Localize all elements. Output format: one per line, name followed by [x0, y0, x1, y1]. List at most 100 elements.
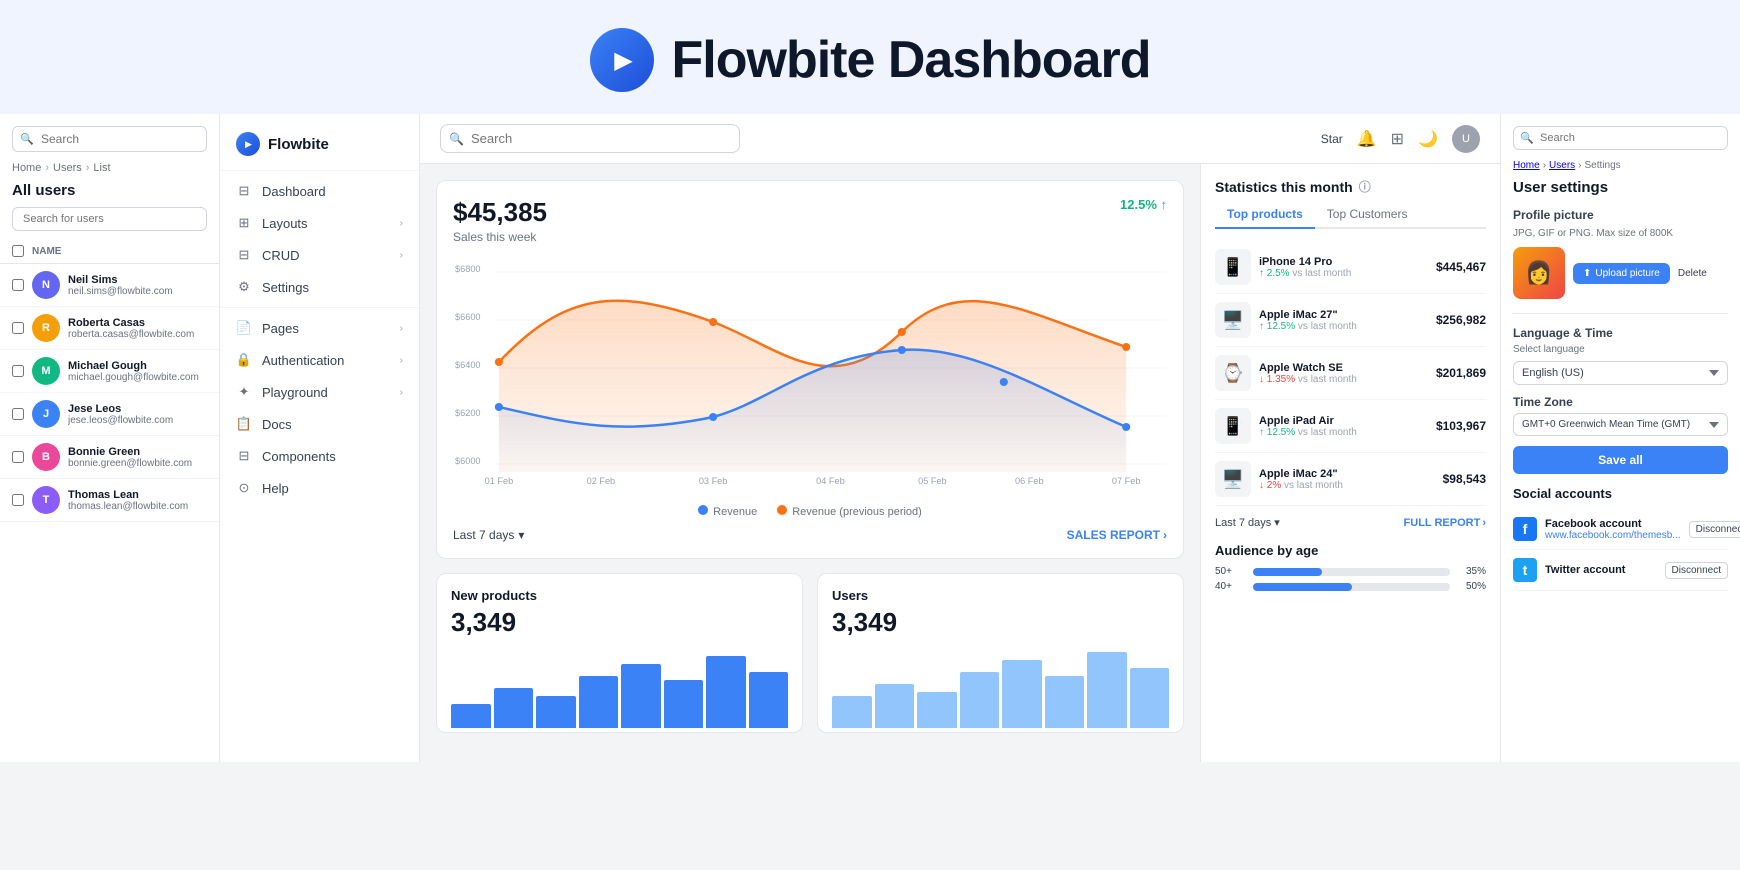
user-name: Roberta Casas: [68, 317, 207, 329]
nav-divider: [220, 307, 419, 308]
sidebar-item-docs[interactable]: 📋 Docs: [220, 408, 419, 440]
product-thumbnail: 📱: [1215, 408, 1251, 444]
product-price: $201,869: [1436, 366, 1486, 380]
user-list-item[interactable]: B Bonnie Green bonnie.green@flowbite.com: [0, 436, 219, 479]
sidebar-item-dashboard[interactable]: ⊟ Dashboard: [220, 175, 419, 207]
sidebar-item-playground[interactable]: ✦ Playground ›: [220, 376, 419, 408]
sidebar-item-authentication[interactable]: 🔒 Authentication ›: [220, 344, 419, 376]
left-search-input[interactable]: [12, 126, 207, 152]
grid-icon[interactable]: ⊞: [1391, 129, 1404, 149]
full-report-link[interactable]: FULL REPORT ›: [1404, 517, 1486, 529]
user-name: Bonnie Green: [68, 446, 207, 458]
new-products-value: 3,349: [451, 607, 788, 638]
user-list-header: NAME: [0, 241, 219, 264]
user-email: thomas.lean@flowbite.com: [68, 501, 207, 512]
sidebar-item-crud[interactable]: ⊟ CRUD ›: [220, 239, 419, 271]
social-info: Facebook account www.facebook.com/themes…: [1545, 518, 1681, 541]
user-avatar-img: N: [32, 271, 60, 299]
topbar-search-input[interactable]: [440, 124, 740, 153]
tab-top-customers[interactable]: Top Customers: [1315, 201, 1420, 229]
docs-nav-label: Docs: [262, 417, 403, 432]
topbar-star-label[interactable]: Star: [1321, 132, 1343, 146]
product-change: ↑ 12.5% vs last month: [1259, 427, 1428, 438]
fr-breadcrumb-settings: Settings: [1585, 160, 1621, 171]
user-list-item[interactable]: R Roberta Casas roberta.casas@flowbite.c…: [0, 307, 219, 350]
sidebar-item-layouts[interactable]: ⊞ Layouts ›: [220, 207, 419, 239]
user-search-input[interactable]: [12, 207, 207, 231]
user-search-container: [12, 207, 207, 231]
breadcrumb-home[interactable]: Home: [12, 162, 41, 174]
sidebar-item-help[interactable]: ⊙ Help: [220, 472, 419, 504]
svg-text:$6000: $6000: [455, 456, 480, 466]
user-checkbox[interactable]: [12, 322, 24, 334]
select-all-checkbox[interactable]: [12, 245, 24, 257]
svg-text:05 Feb: 05 Feb: [918, 476, 947, 486]
user-name: Neil Sims: [68, 274, 207, 286]
user-avatar-img: R: [32, 314, 60, 342]
age-pct-label: 35%: [1458, 566, 1486, 577]
upload-picture-button[interactable]: ⬆ Upload picture: [1573, 263, 1670, 284]
disconnect-button[interactable]: Disconnect: [1689, 521, 1740, 538]
product-price: $445,467: [1436, 260, 1486, 274]
age-label: 40+: [1215, 581, 1245, 592]
components-nav-label: Components: [262, 449, 403, 464]
language-section: Language & Time Select language English …: [1513, 326, 1728, 385]
sales-report-link[interactable]: SALES REPORT ›: [1067, 528, 1167, 542]
svg-text:$6400: $6400: [455, 360, 480, 370]
delete-picture-button[interactable]: Delete: [1678, 268, 1707, 279]
upload-icon: ⬆: [1583, 268, 1591, 279]
sidebar-item-settings[interactable]: ⚙ Settings: [220, 271, 419, 303]
theme-toggle-icon[interactable]: 🌙: [1418, 129, 1438, 149]
chart-info: $45,385 Sales this week: [453, 197, 547, 244]
crud-nav-icon: ⊟: [236, 247, 252, 263]
product-thumbnail: ⌚: [1215, 355, 1251, 391]
user-checkbox[interactable]: [12, 365, 24, 377]
users-card-title: Users: [832, 588, 1169, 603]
all-users-title: All users: [0, 180, 219, 207]
user-checkbox[interactable]: [12, 451, 24, 463]
social-platform-name: Twitter account: [1545, 564, 1657, 576]
notification-icon[interactable]: 🔔: [1357, 129, 1377, 149]
user-list-item[interactable]: T Thomas Lean thomas.lean@flowbite.com: [0, 479, 219, 522]
chart-footer: Last 7 days ▾ SALES REPORT ›: [453, 528, 1167, 542]
legend-revenue: Revenue: [698, 505, 757, 518]
left-search-container: 🔍: [12, 126, 207, 152]
user-checkbox[interactable]: [12, 279, 24, 291]
sidebar-item-components[interactable]: ⊟ Components: [220, 440, 419, 472]
save-all-button[interactable]: Save all: [1513, 446, 1728, 474]
sidebar-brand: Flowbite: [220, 124, 419, 171]
fr-breadcrumb-home[interactable]: Home: [1513, 160, 1540, 171]
user-list-item[interactable]: M Michael Gough michael.gough@flowbite.c…: [0, 350, 219, 393]
breadcrumb-users[interactable]: Users: [53, 162, 82, 174]
user-list-item[interactable]: N Neil Sims neil.sims@flowbite.com: [0, 264, 219, 307]
product-info: Apple iMac 24" ↓ 2% vs last month: [1259, 468, 1435, 491]
product-name: Apple Watch SE: [1259, 362, 1428, 374]
disconnect-button[interactable]: Disconnect: [1665, 562, 1728, 579]
fr-search-input[interactable]: [1513, 126, 1728, 150]
age-bar-row: 50+ 35%: [1215, 566, 1486, 577]
breadcrumb-list: List: [93, 162, 110, 174]
stats-tabs: Top products Top Customers: [1215, 201, 1486, 229]
fr-breadcrumb-users[interactable]: Users: [1549, 160, 1575, 171]
user-email: roberta.casas@flowbite.com: [68, 329, 207, 340]
left-search-icon: 🔍: [20, 133, 34, 146]
timezone-label: Time Zone: [1513, 395, 1728, 409]
user-checkbox[interactable]: [12, 494, 24, 506]
tab-top-products[interactable]: Top products: [1215, 201, 1315, 229]
user-list-item[interactable]: J Jese Leos jese.leos@flowbite.com: [0, 393, 219, 436]
svg-text:07 Feb: 07 Feb: [1112, 476, 1141, 486]
age-label: 50+: [1215, 566, 1245, 577]
user-settings-panel: 🔍 Home › Users › Settings User settings …: [1500, 114, 1740, 762]
topbar-right: Star 🔔 ⊞ 🌙 U: [1321, 125, 1480, 153]
timezone-select[interactable]: GMT+0 Greenwich Mean Time (GMT): [1513, 413, 1728, 436]
language-select[interactable]: English (US): [1513, 361, 1728, 385]
stats-footer: Last 7 days ▾ FULL REPORT ›: [1215, 516, 1486, 529]
user-avatar-img: J: [32, 400, 60, 428]
user-avatar[interactable]: U: [1452, 125, 1480, 153]
sidebar-item-pages[interactable]: 📄 Pages ›: [220, 312, 419, 344]
chart-period-selector[interactable]: Last 7 days ▾: [453, 528, 524, 542]
fr-section-title: User settings: [1513, 179, 1728, 196]
playground-nav-label: Playground: [262, 385, 390, 400]
stats-period-selector[interactable]: Last 7 days ▾: [1215, 516, 1280, 529]
user-checkbox[interactable]: [12, 408, 24, 420]
